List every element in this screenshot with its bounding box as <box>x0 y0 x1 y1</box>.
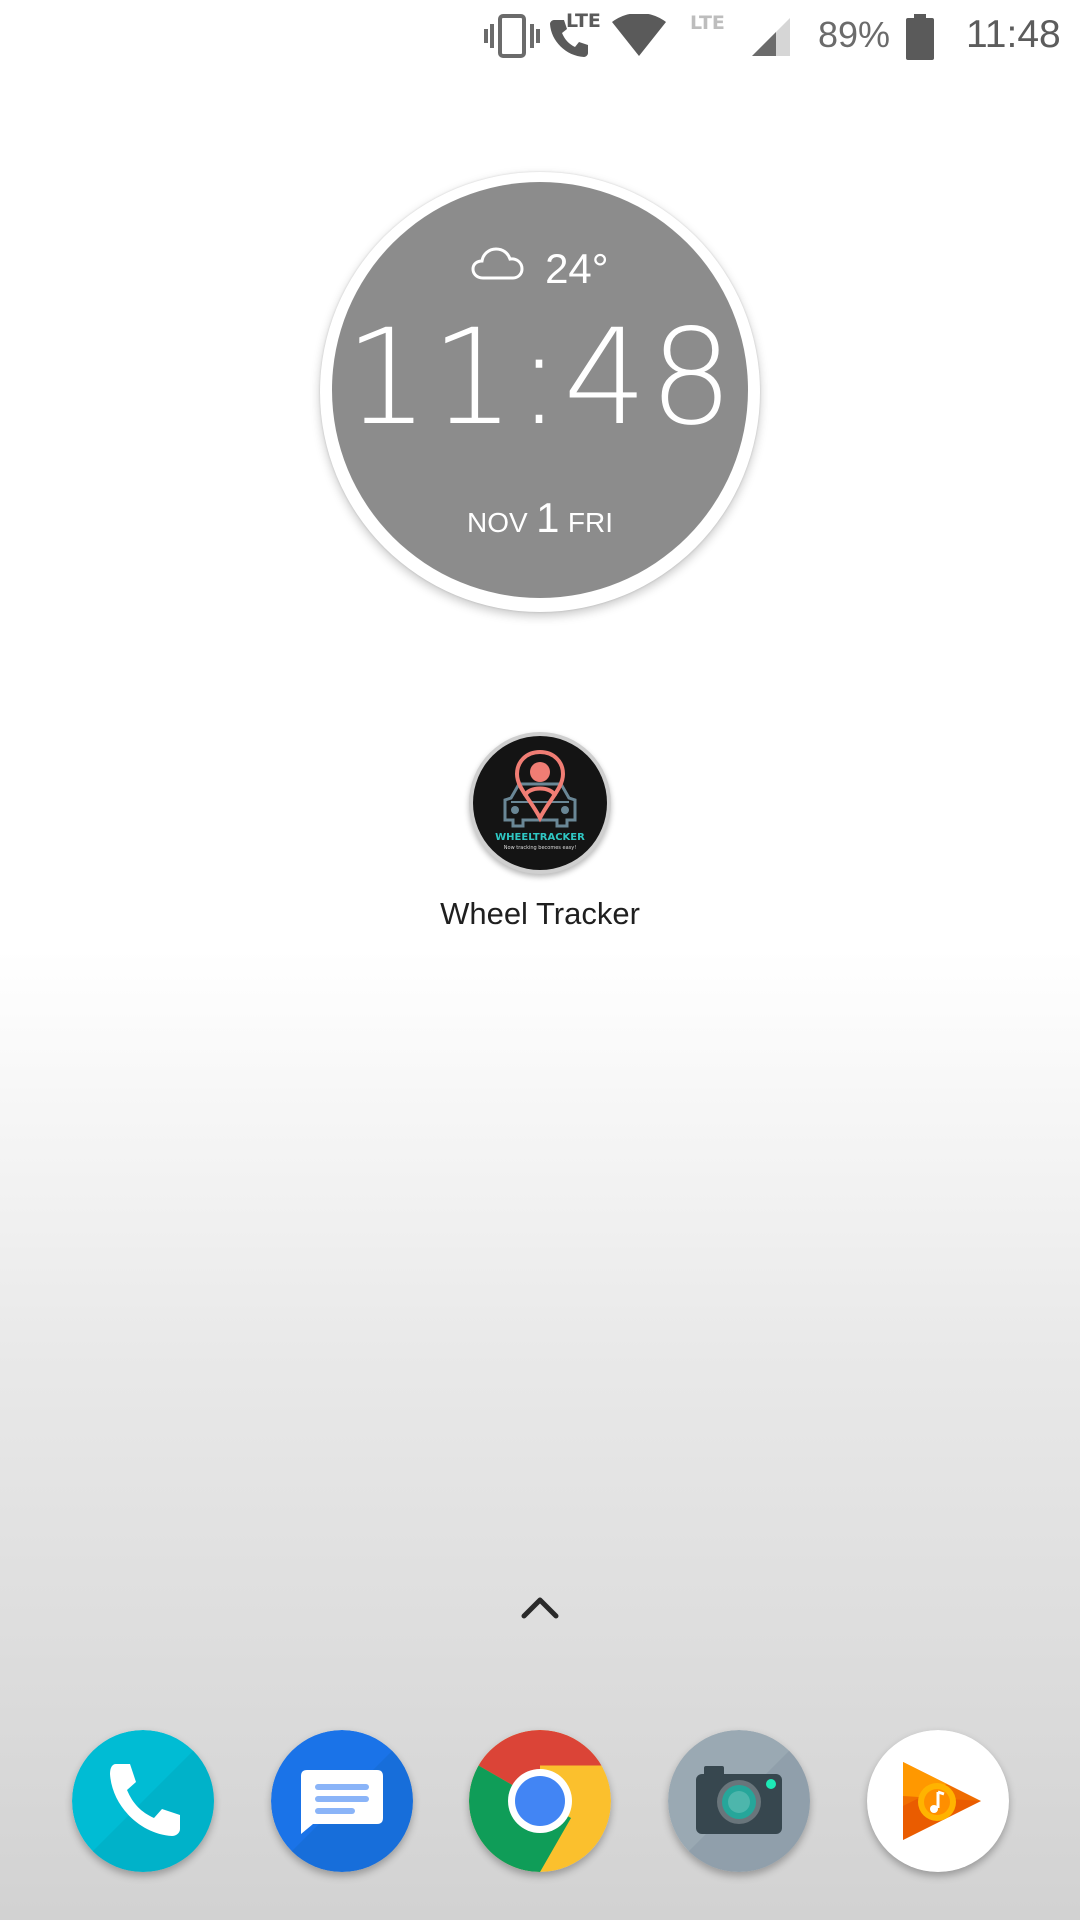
cloud-icon <box>471 247 524 280</box>
battery-percent: 89% <box>818 14 891 55</box>
clock-date: NOV 1 FRI <box>332 494 748 542</box>
chevron-up-icon[interactable] <box>516 1588 564 1624</box>
app-label: Wheel Tracker <box>440 896 640 931</box>
wifi-icon <box>612 14 666 56</box>
lte-call-label: LTE <box>566 10 601 32</box>
camera-app-icon[interactable] <box>668 1730 810 1872</box>
messages-app-icon[interactable] <box>271 1730 413 1872</box>
clock-weather-widget[interactable]: 24° 11:48 NOV 1 FRI <box>320 172 760 612</box>
date-month: NOV <box>466 507 528 538</box>
lte-signal-icon <box>752 18 790 56</box>
dock <box>0 1730 1080 1872</box>
logo-tagline: Now tracking becomes easy! <box>504 845 576 851</box>
status-bar: LTE LTE 89% 11:48 <box>0 0 1080 78</box>
status-bar-time: 11:48 <box>966 13 1061 56</box>
clock-face: 24° 11:48 NOV 1 FRI <box>332 182 748 598</box>
logo-text: WHEELTRACKER <box>495 832 585 843</box>
date-day: 1 <box>536 494 560 541</box>
play-music-app-icon[interactable] <box>867 1730 1009 1872</box>
clock-time: 11:48 <box>344 301 736 455</box>
wheel-tracker-logo: WHEELTRACKER Now tracking becomes easy! <box>495 749 585 851</box>
app-shortcut-wheel-tracker[interactable]: WHEELTRACKER Now tracking becomes easy! … <box>440 732 640 932</box>
battery-icon <box>906 14 934 60</box>
phone-app-icon[interactable] <box>72 1730 214 1872</box>
wheel-tracker-app-icon[interactable]: WHEELTRACKER Now tracking becomes easy! <box>469 732 611 874</box>
weather-row[interactable]: 24° <box>332 242 748 292</box>
chrome-app-icon[interactable] <box>469 1730 611 1872</box>
vibrate-icon <box>484 14 540 58</box>
temperature: 24° <box>545 244 609 292</box>
date-weekday: FRI <box>567 507 614 538</box>
lte-data-label: LTE <box>690 12 725 34</box>
